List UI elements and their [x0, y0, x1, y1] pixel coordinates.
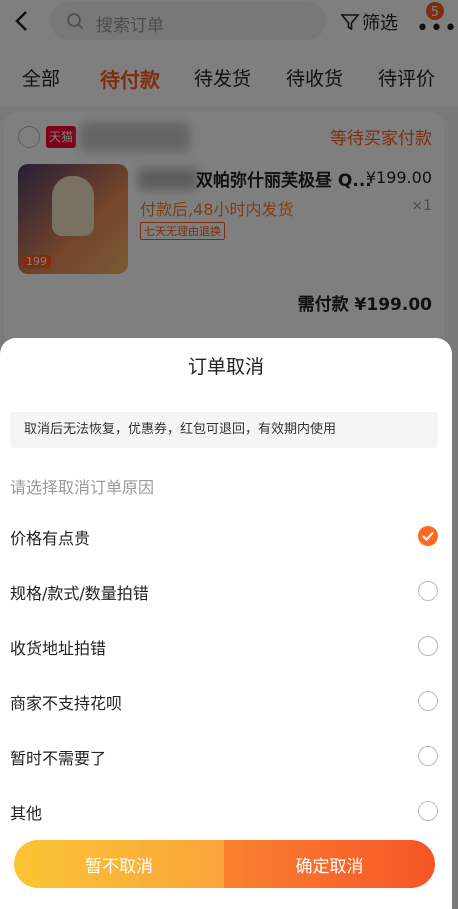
confirm-cancel-button[interactable]: 确定取消 [224, 840, 435, 888]
cancel-notice: 取消后无法恢复，优惠券，红包可退回，有效期内使用 [10, 412, 438, 448]
sheet-title: 订单取消 [187, 356, 264, 378]
radio-unchecked-icon[interactable] [418, 581, 438, 601]
reason-option[interactable]: 其他 [0, 792, 452, 832]
reason-label: 价格有点贵 [10, 529, 91, 548]
reason-option[interactable]: 商家不支持花呗 [0, 682, 452, 722]
reason-option[interactable]: 收货地址拍错 [0, 627, 452, 667]
action-buttons: 暂不取消 确定取消 [14, 840, 435, 888]
reason-label: 暂时不需要了 [10, 749, 107, 768]
reason-option[interactable]: 价格有点贵 [0, 517, 452, 557]
keep-order-button[interactable]: 暂不取消 [14, 840, 224, 888]
reason-prompt: 请选择取消订单原因 [10, 478, 155, 497]
reason-label: 商家不支持花呗 [10, 694, 123, 713]
reason-label: 其他 [10, 804, 43, 823]
reason-label: 收货地址拍错 [10, 639, 107, 658]
radio-unchecked-icon[interactable] [418, 691, 438, 711]
radio-unchecked-icon[interactable] [418, 746, 438, 766]
radio-unchecked-icon[interactable] [418, 801, 438, 821]
reason-label: 规格/款式/数量拍错 [10, 584, 149, 603]
reason-option[interactable]: 暂时不需要了 [0, 737, 452, 777]
radio-unchecked-icon[interactable] [418, 636, 438, 656]
cancel-order-sheet: 订单取消 取消后无法恢复，优惠券，红包可退回，有效期内使用 请选择取消订单原因 … [0, 338, 452, 909]
reason-option[interactable]: 规格/款式/数量拍错 [0, 572, 452, 612]
radio-checked-icon[interactable] [418, 526, 438, 546]
